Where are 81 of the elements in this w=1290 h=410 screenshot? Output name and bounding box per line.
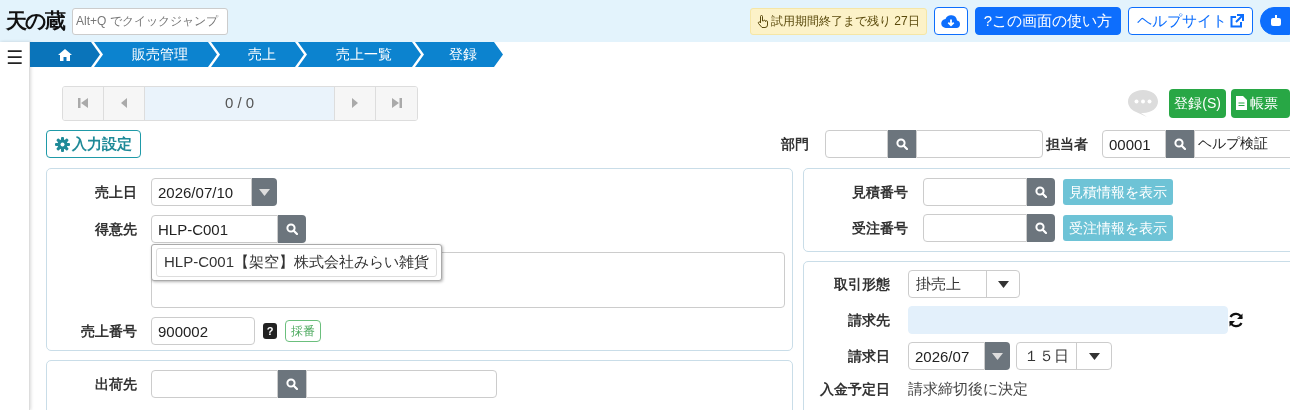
staff-name-field[interactable]: ヘルプ検証	[1194, 130, 1290, 158]
caret-icon	[259, 188, 270, 196]
search-button[interactable]	[1166, 130, 1194, 158]
field-label: 請求先	[847, 310, 890, 330]
suggestion-popup[interactable]: HLP-C001【架空】株式会社みらい雑貨	[151, 244, 443, 281]
last-icon	[391, 97, 402, 109]
department-code-field[interactable]	[825, 130, 888, 158]
field-label: 部門	[781, 134, 809, 154]
breadcrumb-item[interactable]: 売上	[211, 42, 304, 67]
refresh-icon	[1228, 312, 1244, 328]
field-label: 請求日	[847, 346, 890, 366]
external-link-icon	[1230, 14, 1244, 28]
cloud-download-icon	[940, 13, 961, 29]
robot-icon	[1269, 14, 1281, 28]
quick-jump-field[interactable]: Alt+Q でクイックジャンプ	[72, 7, 228, 35]
field-label: 受注番号	[851, 218, 908, 238]
shipping-code-field[interactable]	[151, 370, 278, 398]
caret-icon	[1088, 352, 1100, 360]
search-button[interactable]	[278, 370, 306, 398]
download-button[interactable]	[933, 7, 968, 35]
search-icon	[286, 223, 298, 235]
dropdown-button[interactable]	[252, 178, 277, 206]
help-icon[interactable]: ?	[263, 323, 277, 339]
sales-number-field[interactable]: 900002	[151, 317, 255, 345]
caret-icon	[997, 280, 1009, 288]
search-button[interactable]	[1027, 214, 1055, 242]
customer-code-field[interactable]: HLP-C001	[151, 215, 278, 243]
last-button[interactable]	[376, 86, 417, 120]
home-breadcrumb[interactable]	[30, 42, 100, 67]
breadcrumb-item[interactable]: 登録	[415, 42, 503, 67]
next-icon	[350, 97, 360, 109]
search-button[interactable]	[278, 215, 306, 243]
department-name-field[interactable]	[916, 130, 1043, 158]
document-icon	[1236, 96, 1247, 110]
report-button[interactable]: 帳票	[1231, 88, 1290, 118]
input-settings-button[interactable]: 入力設定	[46, 130, 141, 158]
save-button[interactable]: 登録(S)	[1169, 88, 1226, 118]
payment-due-text: 請求締切後に決定	[908, 379, 1028, 399]
search-icon	[286, 378, 298, 390]
search-button[interactable]	[888, 130, 916, 158]
previous-icon	[119, 97, 129, 109]
dropdown-button[interactable]	[985, 342, 1010, 370]
field-label: 入金予定日	[819, 379, 890, 399]
menu-icon[interactable]: ☰	[5, 47, 23, 68]
staff-code-field[interactable]: 00001	[1102, 130, 1166, 158]
field-label: 取引形態	[833, 274, 890, 294]
field-label: 担当者	[1046, 134, 1088, 154]
gear-icon	[55, 136, 70, 152]
breadcrumb-item[interactable]: 販売管理	[94, 42, 217, 67]
trial-notice: 試用期間終了まで残り 27日	[749, 7, 927, 35]
field-label: 得意先	[94, 219, 137, 239]
search-button[interactable]	[1027, 178, 1055, 206]
first-button[interactable]	[63, 86, 104, 120]
pointer-hand-icon	[756, 14, 768, 28]
field-label: 見積番号	[851, 182, 908, 202]
record-counter: 0 / 0	[145, 86, 335, 120]
reference-number-field[interactable]	[923, 178, 1027, 206]
search-icon	[1035, 186, 1047, 198]
reference-number-field[interactable]	[923, 214, 1027, 242]
first-icon	[78, 97, 88, 109]
select-field[interactable]: １５日	[1016, 342, 1112, 370]
search-icon	[1035, 222, 1047, 234]
month-field[interactable]: 2026/07	[908, 342, 985, 370]
field-label: 売上日	[94, 182, 137, 202]
logo: 天の蔵	[6, 7, 66, 36]
caret-icon	[992, 352, 1003, 360]
help-button[interactable]: ?この画面の使い方	[974, 7, 1121, 35]
bill-to-field[interactable]	[908, 306, 1228, 334]
assign-number-button[interactable]: 採番	[285, 320, 321, 342]
help-site-button[interactable]: ヘルプサイト	[1128, 7, 1253, 35]
home-icon	[58, 48, 72, 61]
robot-button[interactable]	[1260, 7, 1290, 35]
search-icon	[896, 138, 908, 150]
search-icon	[1174, 138, 1186, 150]
breadcrumb-item[interactable]: 売上一覧	[298, 42, 421, 67]
shipping-name-field[interactable]	[306, 370, 497, 398]
date-field[interactable]: 2026/07/10	[151, 178, 252, 206]
select-field[interactable]: 掛売上	[908, 270, 1020, 298]
chat-icon	[1127, 89, 1160, 117]
field-label: 売上番号	[80, 321, 137, 341]
field-label: 出荷先	[94, 374, 137, 394]
